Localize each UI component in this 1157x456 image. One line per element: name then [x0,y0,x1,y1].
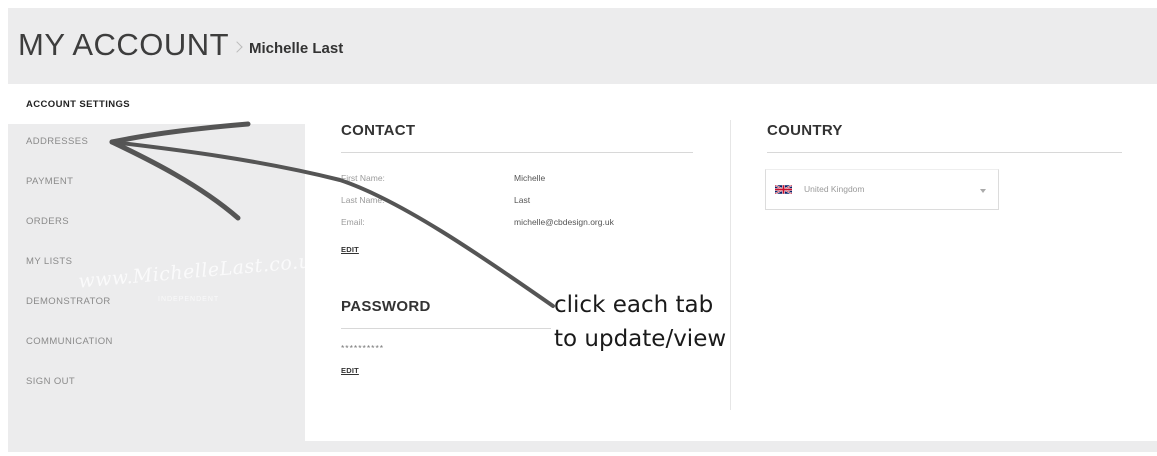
sidebar-item-demonstrator[interactable]: DEMONSTRATOR [8,281,305,321]
last-name-label: Last Name: [341,195,385,205]
email-label: Email: [341,217,365,227]
chevron-down-icon [980,189,986,193]
breadcrumb-chevron-icon [231,41,243,53]
page-title: MY ACCOUNT [18,27,230,62]
sidebar-item-communication[interactable]: COMMUNICATION [8,321,305,361]
password-divider [341,328,551,329]
sidebar-item-account-settings[interactable]: ACCOUNT SETTINGS [8,84,306,124]
first-name-label: First Name: [341,173,385,183]
password-heading: PASSWORD [341,298,431,315]
password-edit-link[interactable]: EDIT [341,366,359,375]
last-name-value: Last [514,195,531,205]
account-settings-panel: CONTACT First Name: Michelle Last Name: … [305,84,1157,441]
country-heading: COUNTRY [767,122,843,139]
sidebar-item-my-lists[interactable]: MY LISTS [8,241,305,281]
annotation-line-1: click each tab [554,292,714,318]
page-header: MY ACCOUNT Michelle Last [8,8,1157,84]
contact-edit-link[interactable]: EDIT [341,245,359,254]
country-select-value: United Kingdom [804,184,865,194]
annotation-line-2: to update/view [554,326,727,352]
uk-flag-icon [775,184,792,195]
sidebar-item-orders[interactable]: ORDERS [8,201,305,241]
annotation-text: click each tab to update/view [554,288,726,356]
country-divider [767,152,1122,153]
account-sidebar: ACCOUNT SETTINGS ADDRESSES PAYMENT ORDER… [8,84,306,452]
country-select[interactable]: United Kingdom [765,169,999,210]
account-user-name: Michelle Last [249,40,344,57]
sidebar-item-payment[interactable]: PAYMENT [8,161,305,201]
first-name-value: Michelle [514,173,546,183]
contact-heading: CONTACT [341,122,416,139]
sidebar-item-addresses[interactable]: ADDRESSES [8,121,305,161]
email-value: michelle@cbdesign.org.uk [514,217,614,227]
account-page: MY ACCOUNT Michelle Last ACCOUNT SETTING… [8,8,1157,452]
column-divider [730,120,731,410]
contact-divider [341,152,693,153]
password-masked-value: ********** [341,343,385,353]
sidebar-item-sign-out[interactable]: SIGN OUT [8,361,305,401]
